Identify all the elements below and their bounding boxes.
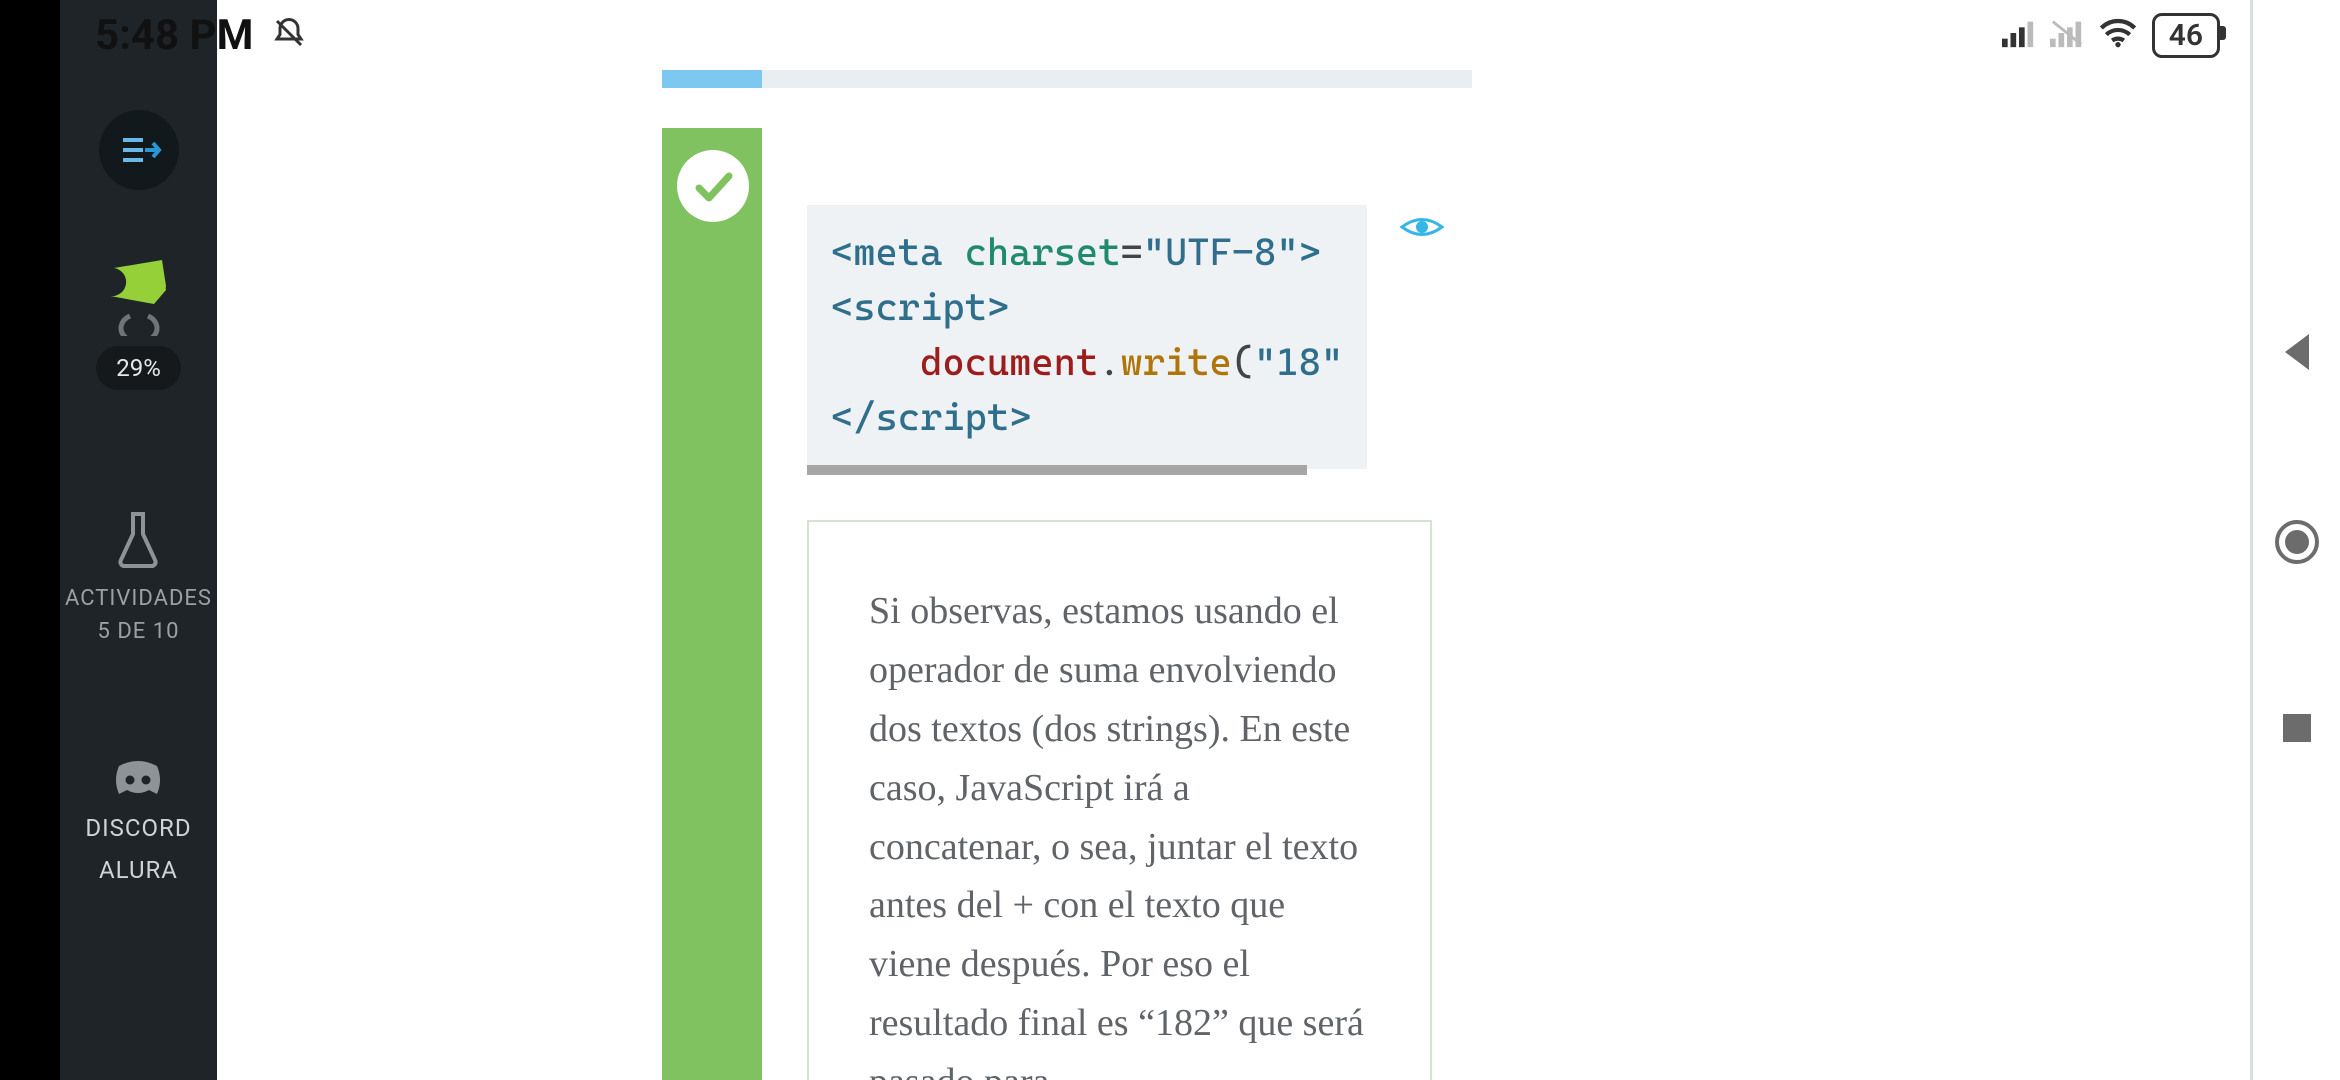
lesson-progress[interactable] bbox=[662, 70, 1472, 88]
back-icon[interactable] bbox=[2277, 330, 2317, 378]
lesson-progress-fill bbox=[662, 70, 762, 88]
eye-icon[interactable] bbox=[1399, 210, 1445, 248]
check-icon bbox=[677, 150, 749, 222]
device-nav bbox=[2253, 0, 2340, 1080]
sidebar-activities[interactable]: ACTIVIDADES 5 DE 10 bbox=[65, 510, 212, 648]
menu-next-button[interactable] bbox=[99, 110, 179, 190]
home-icon[interactable] bbox=[2273, 518, 2321, 570]
code-content: <meta charset="UTF-8"> <script> document… bbox=[831, 225, 1343, 445]
lesson-status-stripe bbox=[662, 128, 762, 1080]
flask-icon bbox=[65, 510, 212, 572]
discord-label-1: DISCORD bbox=[85, 812, 191, 846]
explanation-text: Si observas, estamos usando el operador … bbox=[869, 582, 1370, 1080]
discord-icon bbox=[85, 758, 191, 804]
left-gutter bbox=[0, 0, 60, 1080]
explanation-box: Si observas, estamos usando el operador … bbox=[807, 520, 1432, 1080]
discord-label-2: ALURA bbox=[85, 854, 191, 888]
code-scrollbar[interactable] bbox=[807, 465, 1307, 475]
progress-pill: 29% bbox=[96, 346, 181, 390]
ticket-icon[interactable] bbox=[96, 260, 181, 340]
sidebar-discord[interactable]: DISCORD ALURA bbox=[85, 758, 191, 887]
sidebar: 29% ACTIVIDADES 5 DE 10 DISCORD ALURA bbox=[60, 0, 217, 1080]
content-pane: <meta charset="UTF-8"> <script> document… bbox=[217, 0, 2250, 1080]
recents-icon[interactable] bbox=[2279, 710, 2315, 750]
code-block: <meta charset="UTF-8"> <script> document… bbox=[807, 205, 1367, 469]
activities-count: 5 DE 10 bbox=[65, 615, 212, 648]
activities-label: ACTIVIDADES bbox=[65, 582, 212, 615]
